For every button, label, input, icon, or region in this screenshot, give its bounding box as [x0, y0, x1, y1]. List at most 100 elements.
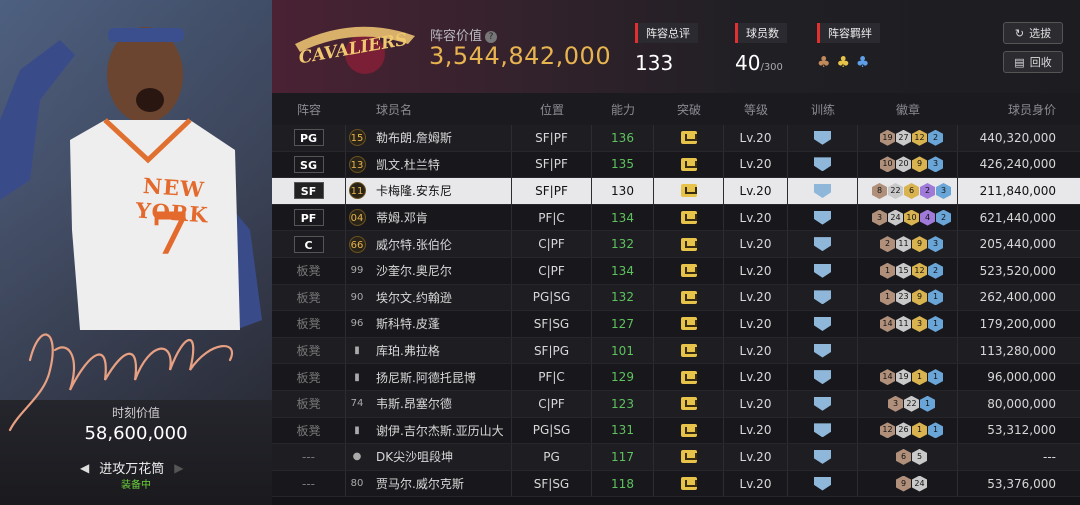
player-level: Lv.20	[724, 284, 788, 311]
breakthrough-cell[interactable]	[654, 231, 724, 257]
recycle-button[interactable]: ▤ 回收	[1003, 51, 1063, 73]
training-cell[interactable]	[788, 151, 858, 178]
training-cell[interactable]	[788, 311, 858, 337]
badge-icon: 20	[896, 156, 911, 173]
bond-icon-blue[interactable]: ♣	[856, 53, 869, 71]
badge-icon: 15	[896, 262, 911, 279]
training-icon	[814, 157, 831, 172]
roster-count-box: 球员数 40/300	[735, 22, 787, 75]
breakthrough-cell[interactable]	[654, 178, 724, 204]
training-cell[interactable]	[788, 417, 858, 444]
training-cell[interactable]	[788, 337, 858, 364]
table-row[interactable]: 板凳 74 韦斯.昂塞尔德 C|PF 123 Lv.20 3 22 1 80,000,000	[272, 390, 1080, 418]
crown-icon	[680, 237, 697, 251]
table-row[interactable]: PF 04 蒂姆.邓肯 PF|C 134 Lv.20 3 24 10 4 2 621,440,000	[272, 204, 1080, 232]
training-cell[interactable]	[788, 231, 858, 257]
player-value: 621,440,000	[979, 210, 1056, 225]
moment-value: 58,600,000	[84, 423, 188, 444]
overall-label: 阵容总评	[635, 23, 698, 43]
breakthrough-cell[interactable]	[654, 364, 724, 390]
arrow-right-icon[interactable]: ▶	[174, 461, 183, 475]
breakthrough-cell[interactable]	[654, 284, 724, 311]
slot-tag: SG	[293, 155, 324, 173]
badge-icon: 11	[896, 236, 911, 253]
select-button[interactable]: ↻ 选拔	[1003, 22, 1063, 44]
badges-cell: 1 15 12 2	[858, 257, 958, 284]
player-level: Lv.20	[724, 444, 788, 470]
breakthrough-cell[interactable]	[654, 257, 724, 284]
table-row[interactable]: C 66 威尔特.张伯伦 C|PF 132 Lv.20 2 11 9 3 205,440,000	[272, 231, 1080, 258]
player-value: 113,280,000	[979, 343, 1056, 358]
training-cell[interactable]	[788, 470, 858, 497]
badge-icon: 1	[928, 369, 943, 386]
bond-icon-gold[interactable]: ♣	[836, 53, 849, 71]
table-row[interactable]: 板凳 ▮ 库珀.弗拉格 SF|PG 101 Lv.20 113,280,000	[272, 337, 1080, 365]
slot-tag: C	[293, 235, 324, 253]
player-position: SF|SG	[512, 311, 592, 337]
badges-cell: 8 22 6 2 3	[858, 178, 958, 204]
player-value: ---	[1043, 449, 1056, 464]
training-cell[interactable]	[788, 390, 858, 417]
player-name: 凯文.杜兰特	[368, 151, 512, 178]
breakthrough-cell[interactable]	[654, 417, 724, 444]
training-cell[interactable]	[788, 444, 858, 470]
training-cell[interactable]	[788, 125, 858, 151]
arrow-left-icon[interactable]: ◀	[80, 461, 89, 475]
badges-cell: 2 11 9 3	[858, 231, 958, 257]
badge-icon: 3	[912, 315, 927, 332]
training-icon	[814, 396, 831, 411]
training-cell[interactable]	[788, 178, 858, 204]
table-row[interactable]: 板凳 90 埃尔文.约翰逊 PG|SG 132 Lv.20 1 23 9 1 262,400,000	[272, 284, 1080, 312]
crown-icon	[680, 290, 697, 304]
training-cell[interactable]	[788, 364, 858, 390]
bond-icon-bronze[interactable]: ♣	[817, 53, 830, 71]
breakthrough-cell[interactable]	[654, 390, 724, 417]
training-icon	[814, 476, 831, 491]
player-level: Lv.20	[724, 337, 788, 364]
tactic-selector[interactable]: ◀ 进攻万花筒 ▶	[80, 458, 183, 478]
player-position: C|PF	[512, 390, 592, 417]
training-icon	[814, 370, 831, 385]
table-row[interactable]: --- 80 贾马尔.威尔克斯 SF|SG 118 Lv.20 9 24 53,376,000	[272, 470, 1080, 498]
breakthrough-cell[interactable]	[654, 337, 724, 364]
table-row[interactable]: 板凳 ▮ 扬尼斯.阿德托昆博 PF|C 129 Lv.20 14 19 1 1 96,000,000	[272, 364, 1080, 391]
table-row[interactable]: 板凳 99 沙奎尔.奥尼尔 C|PF 134 Lv.20 1 15 12 2 523,520,000	[272, 257, 1080, 285]
badge-icon: 1	[912, 369, 927, 386]
table-row[interactable]: SF 11 卡梅隆.安东尼 SF|PF 130 Lv.20 8 22 6 2 3 211,840,00…	[272, 178, 1080, 205]
crown-icon	[680, 317, 697, 331]
breakthrough-cell[interactable]	[654, 125, 724, 151]
badge-icon: 1	[880, 262, 895, 279]
table-row[interactable]: PG 15 勒布朗.詹姆斯 SF|PF 136 Lv.20 19 27 12 2 440,320,0…	[272, 125, 1080, 152]
col-header: 突破	[676, 102, 701, 117]
table-row[interactable]: 板凳 96 斯科特.皮蓬 SF|SG 127 Lv.20 14 11 3 1 179,200,000	[272, 311, 1080, 338]
training-cell[interactable]	[788, 257, 858, 284]
table-row[interactable]: --- ● DK尖沙咀段坤 PG 117 Lv.20 6 5 ---	[272, 444, 1080, 471]
lineup-value: 3,544,842,000	[429, 42, 612, 70]
breakthrough-cell[interactable]	[654, 311, 724, 337]
jersey-number-icon: ▮	[354, 345, 360, 357]
breakthrough-cell[interactable]	[654, 470, 724, 497]
player-level: Lv.20	[724, 470, 788, 497]
training-cell[interactable]	[788, 284, 858, 311]
training-icon	[814, 183, 831, 198]
badge-icon: 3	[872, 209, 887, 226]
player-level: Lv.20	[724, 417, 788, 444]
breakthrough-cell[interactable]	[654, 444, 724, 470]
player-position: PG	[512, 444, 592, 470]
training-cell[interactable]	[788, 204, 858, 231]
lineup-bond-box: 阵容羁绊 ♣ ♣ ♣	[817, 22, 880, 71]
badge-icon: 1	[912, 422, 927, 439]
slot-cell: 板凳	[272, 284, 346, 311]
table-row[interactable]: SG 13 凯文.杜兰特 SF|PF 135 Lv.20 10 20 9 3 426,240,000	[272, 151, 1080, 179]
table-row[interactable]: 板凳 ▮ 谢伊.吉尔杰斯.亚历山大 PG|SG 131 Lv.20 12 26 1 1 53,312…	[272, 417, 1080, 445]
badge-icon: 24	[888, 209, 903, 226]
breakthrough-cell[interactable]	[654, 204, 724, 231]
slot-cell: SG	[272, 151, 346, 178]
badges-cell: 14 19 1 1	[858, 364, 958, 390]
player-position: C|PF	[512, 231, 592, 257]
badge-icon: 6	[896, 448, 911, 465]
breakthrough-cell[interactable]	[654, 151, 724, 178]
player-position: PG|SG	[512, 284, 592, 311]
crown-icon	[680, 264, 697, 278]
team-logo: CAVALIERS	[295, 26, 415, 74]
